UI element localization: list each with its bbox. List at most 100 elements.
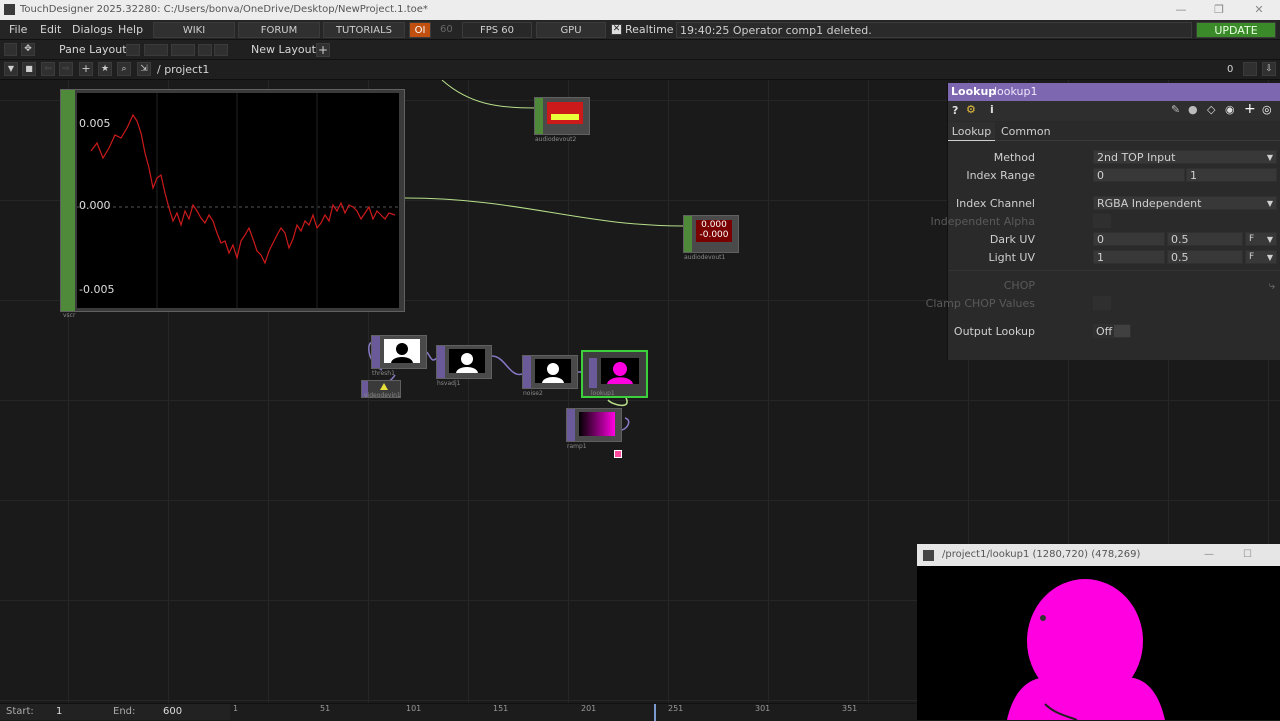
end-value[interactable]: 600: [163, 706, 182, 717]
edit-icon[interactable]: ✎: [1171, 103, 1180, 116]
oi-button[interactable]: OI: [409, 22, 431, 38]
tick-51: 51: [320, 704, 331, 713]
minimize-icon[interactable]: —: [1204, 544, 1214, 566]
add-layout-icon[interactable]: +: [316, 43, 330, 57]
clamp-chop-toggle[interactable]: [1093, 296, 1111, 310]
python-icon[interactable]: ◉: [1225, 103, 1235, 116]
stop-icon[interactable]: ■: [22, 62, 36, 76]
comment-icon[interactable]: ●: [1188, 103, 1198, 116]
minimize-icon[interactable]: —: [1166, 0, 1196, 20]
dark-uv-a-field[interactable]: 0: [1093, 232, 1165, 246]
method-dropdown[interactable]: 2nd TOP Input ▼: [1093, 150, 1277, 164]
chop-field[interactable]: ⤷: [1091, 279, 1277, 293]
python-help-icon[interactable]: ⚙: [966, 103, 976, 116]
tick-101: 101: [406, 704, 422, 713]
network-icon[interactable]: ⇲: [137, 62, 151, 76]
dark-uv-b-field[interactable]: 0.5: [1167, 232, 1243, 246]
back-icon[interactable]: ⇦: [41, 62, 55, 76]
dropdown-icon[interactable]: ▼: [4, 62, 18, 76]
search-icon[interactable]: ⌕: [117, 62, 131, 76]
new-layout-label[interactable]: New Layout: [251, 40, 316, 60]
node-ramp[interactable]: ramp1: [566, 408, 622, 450]
info-icon[interactable]: i: [990, 103, 994, 116]
op-type-label: Lookup: [951, 85, 997, 98]
node-label: ramp1: [567, 443, 587, 450]
update-button[interactable]: UPDATE: [1196, 22, 1276, 38]
operator-path-icon[interactable]: ⤷: [1269, 279, 1275, 293]
node-label: videodevin1: [364, 392, 401, 399]
forward-icon[interactable]: ⇨: [59, 62, 73, 76]
magenta-silhouette-preview: [607, 362, 633, 384]
network-path[interactable]: / project1: [157, 60, 209, 80]
layout-grid-icon[interactable]: [214, 44, 228, 56]
gpu-button[interactable]: GPU: [536, 22, 606, 38]
light-uv-b-field[interactable]: 0.5: [1167, 250, 1243, 264]
maximize-icon[interactable]: ☐: [1243, 544, 1252, 566]
param-toolbar: ? ⚙ i ✎ ● ◇ ◉ + ◎: [948, 101, 1280, 121]
tutorials-button[interactable]: TUTORIALS: [323, 22, 405, 38]
dark-spot: [1040, 615, 1046, 621]
chevron-down-icon: ▼: [1266, 253, 1273, 262]
import-icon[interactable]: ⇩: [1262, 62, 1276, 76]
node-hsvadjust[interactable]: hsvadj1: [436, 345, 492, 387]
target-icon[interactable]: ◎: [1262, 103, 1272, 116]
node-noise[interactable]: noise2: [522, 355, 578, 397]
node-thresh[interactable]: thresh1: [371, 335, 427, 377]
node-label: hsvadj1: [437, 380, 461, 387]
home-icon[interactable]: +: [79, 62, 93, 76]
timeline-ruler[interactable]: 1 51 101 151 201 251 301 351: [230, 704, 917, 721]
index-channel-dropdown[interactable]: RGBA Independent ▼: [1093, 196, 1277, 210]
ramp-flag-icon[interactable]: [614, 450, 622, 458]
pane-icon[interactable]: [4, 43, 17, 56]
chevron-down-icon: ▼: [1266, 199, 1273, 208]
maximize-pane-icon[interactable]: [1243, 62, 1257, 76]
restore-icon[interactable]: ❐: [1204, 0, 1234, 20]
method-value: 2nd TOP Input: [1097, 151, 1176, 164]
node-preview: [535, 359, 571, 383]
start-value[interactable]: 1: [56, 706, 62, 717]
layout-split-v-icon[interactable]: [144, 44, 168, 56]
node-label: noise2: [523, 390, 543, 397]
tag-icon[interactable]: ◇: [1207, 103, 1215, 116]
tab-common[interactable]: Common: [1001, 122, 1051, 141]
playhead[interactable]: [654, 704, 656, 721]
node-inputs: [589, 358, 597, 388]
index-range-b-field[interactable]: 1: [1186, 168, 1277, 182]
chop-label: CHOP: [1003, 279, 1035, 292]
node-label: lookup1: [591, 390, 615, 397]
dark-uv-mode[interactable]: F ▼: [1245, 232, 1277, 246]
help-icon[interactable]: ?: [952, 104, 958, 117]
node-lookup-selected[interactable]: lookup1: [581, 350, 648, 398]
output-lookup-toggle[interactable]: Off: [1093, 324, 1131, 338]
chop-node-label: vscr: [63, 312, 76, 319]
node-analyze-1[interactable]: 0.000 -0.000 audiodevout1: [683, 215, 739, 261]
close-icon[interactable]: ✕: [1244, 0, 1274, 20]
layout-split-h-icon[interactable]: [171, 44, 195, 56]
bookmark-icon[interactable]: ★: [98, 62, 112, 76]
node-analyze-2[interactable]: audiodevout2: [534, 97, 590, 143]
forum-button[interactable]: FORUM: [238, 22, 320, 38]
node-videodevin[interactable]: videodevin1: [361, 380, 401, 399]
menu-help[interactable]: Help: [118, 20, 143, 40]
light-uv-a-field[interactable]: 1: [1093, 250, 1165, 264]
clamp-chop-label: Clamp CHOP Values: [925, 297, 1035, 310]
pin-icon[interactable]: ✥: [21, 43, 35, 56]
menu-dialogs[interactable]: Dialogs: [72, 20, 113, 40]
index-range-a-field[interactable]: 0: [1093, 168, 1185, 182]
add-icon[interactable]: +: [1244, 101, 1256, 117]
layout-single-icon[interactable]: [126, 44, 140, 56]
tab-lookup[interactable]: Lookup: [948, 122, 995, 141]
op-name-field[interactable]: lookup1: [994, 85, 1038, 98]
wiki-button[interactable]: WIKI: [153, 22, 235, 38]
viewer-titlebar: /project1/lookup1 (1280,720) (478,269) —…: [917, 544, 1280, 566]
node-preview: [384, 339, 420, 363]
floating-viewer[interactable]: /project1/lookup1 (1280,720) (478,269) —…: [917, 544, 1280, 720]
wire-ramp-lookup: [607, 397, 628, 407]
chop-node-big[interactable]: 0.005 0.000 -0.005 vscr: [60, 89, 405, 319]
light-uv-mode[interactable]: F ▼: [1245, 250, 1277, 264]
realtime-checkbox[interactable]: ✕: [611, 24, 622, 35]
menu-file[interactable]: File: [9, 20, 27, 40]
independent-alpha-toggle[interactable]: [1093, 214, 1111, 228]
menu-edit[interactable]: Edit: [40, 20, 61, 40]
layout-quad-icon[interactable]: [198, 44, 212, 56]
